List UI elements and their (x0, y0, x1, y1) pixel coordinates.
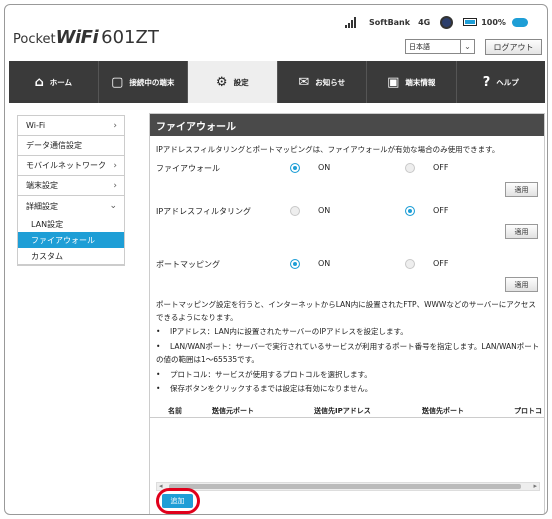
list-item: • IPアドレス：LAN内に設置されたサーバーのIPアドレスを設定します。 (156, 325, 541, 338)
chevron-right-icon: › (113, 160, 117, 171)
sidebar-item-data[interactable]: データ通信設定 (18, 136, 124, 156)
bullet-text: 保存ボタンをクリックするまでは設定は有効になりません。 (170, 384, 373, 393)
sidebar-item-wifi[interactable]: Wi-Fi › (18, 116, 124, 136)
tab-notices[interactable]: ✉ お知らせ (278, 61, 367, 103)
chevron-right-icon: › (113, 180, 117, 191)
column-header-dest-ip: 送信先IPアドレス (314, 407, 371, 415)
sidebar-item-label: 詳細設定 (26, 201, 58, 211)
sidebar-subitem-lan[interactable]: LAN設定 (18, 216, 124, 232)
chevron-down-icon[interactable]: ⌄ (460, 40, 474, 53)
sidebar-item-mobile-network[interactable]: モバイルネットワーク › (18, 156, 124, 176)
bullet-text: IPアドレス：LAN内に設置されたサーバーのIPアドレスを設定します。 (170, 327, 408, 336)
column-header-text: 送信元ポート (212, 407, 254, 415)
chevron-down-icon: ⌄ (109, 201, 117, 211)
horizontal-scrollbar[interactable]: ◂ ▸ (156, 482, 540, 491)
tab-devices[interactable]: ▢ 接続中の端末 (99, 61, 188, 103)
battery-fill (465, 20, 476, 24)
home-icon: ⌂ (34, 74, 44, 90)
toggle-icon[interactable] (511, 17, 528, 27)
firewall-panel: ファイアウォール IPアドレスフィルタリングとポートマッピングは、ファイアウォー… (149, 113, 545, 514)
brand-wifi: WiFi (55, 27, 99, 48)
required-mark: * (212, 406, 216, 414)
carrier-label: SoftBank (369, 17, 411, 27)
browser-frame: PocketWiFi 601ZT SoftBank 4G 100% 日本語 ⌄ ロ… (4, 4, 548, 515)
setting-label-firewall: ファイアウォール (156, 164, 220, 173)
tab-settings[interactable]: ⚙ 設定 (188, 61, 278, 103)
ip-filtering-off-radio[interactable] (405, 206, 415, 216)
tab-label: お知らせ (315, 77, 346, 87)
status-bar: SoftBank 4G 100% (345, 13, 528, 31)
column-header-protocol: プロトコ (514, 407, 542, 415)
off-label: OFF (433, 163, 449, 172)
sidebar-item-label: Wi-Fi (26, 121, 46, 130)
tab-home[interactable]: ⌂ ホーム (9, 61, 99, 103)
globe-icon (440, 15, 454, 29)
on-label: ON (318, 163, 331, 172)
main-nav: ⌂ ホーム ▢ 接続中の端末 ⚙ 設定 ✉ お知らせ ▣ 端末情報 ? ヘルプ (9, 61, 545, 103)
list-item: • LAN/WANポート：サーバーで実行されているサービスが利用するポート番号を指… (156, 340, 541, 366)
list-item: • 保存ボタンをクリックするまでは設定は有効になりません。 (156, 382, 541, 395)
port-mapping-off-radio[interactable] (405, 259, 415, 269)
mail-icon: ✉ (298, 74, 310, 90)
column-header-name: 名前 (168, 407, 182, 415)
sidebar-subitem-custom[interactable]: カスタム (18, 248, 124, 264)
language-value: 日本語 (409, 42, 430, 51)
bullet-text: プロトコル：サービスが使用するプロトコルを選択します。 (170, 370, 372, 379)
off-label: OFF (433, 259, 449, 268)
sidebar-item-label: データ通信設定 (26, 141, 82, 150)
gear-icon: ⚙ (215, 74, 228, 90)
sidebar-item-label: 端末設定 (26, 181, 58, 190)
brand-logo: PocketWiFi 601ZT (13, 27, 159, 48)
firewall-on-radio[interactable] (290, 163, 300, 173)
scrollbar-thumb[interactable] (169, 484, 521, 489)
column-header-text: 送信先ポート (422, 407, 464, 415)
tab-label: 接続中の端末 (129, 77, 175, 87)
tab-label: ホーム (49, 77, 73, 87)
sidebar: Wi-Fi › データ通信設定 モバイルネットワーク › 端末設定 › 詳細設定 ⌄ L… (17, 115, 125, 266)
ip-filtering-on-radio[interactable] (290, 206, 300, 216)
add-button[interactable]: 追加 (162, 494, 193, 508)
intro-text: IPアドレスフィルタリングとポートマッピングは、ファイアウォールが有効な場合のみ… (156, 145, 500, 154)
port-mapping-table-header: 名前 送信元ポート * 送信先IPアドレス 送信先ポート * プロトコ (150, 406, 544, 418)
help-icon: ? (482, 74, 491, 90)
tab-label: 設定 (233, 77, 249, 87)
signal-icon (345, 16, 357, 28)
on-label: ON (318, 259, 331, 268)
port-mapping-on-radio[interactable] (290, 259, 300, 269)
ip-filtering-apply-button[interactable]: 適用 (505, 224, 538, 239)
port-mapping-note: ポートマッピング設定を行うと、インターネットからLAN内に設置されたFTP、WW… (156, 300, 536, 322)
list-item: • プロトコル：サービスが使用するプロトコルを選択します。 (156, 368, 541, 381)
page-title: ファイアウォール (150, 114, 544, 136)
tab-label: ヘルプ (496, 77, 519, 87)
bullet-text: LAN/WANポート：サーバーで実行されているサービスが利用するポート番号を指定… (156, 342, 540, 364)
brand-prefix: Pocket (13, 32, 56, 47)
on-label: ON (318, 206, 331, 215)
network-type: 4G (418, 17, 431, 27)
tab-help[interactable]: ? ヘルプ (457, 61, 546, 103)
tab-device-info[interactable]: ▣ 端末情報 (367, 61, 457, 103)
scroll-right-icon[interactable]: ▸ (533, 482, 537, 490)
device-info-icon: ▣ (387, 74, 400, 90)
brand-model: 601ZT (101, 27, 159, 48)
sidebar-item-advanced[interactable]: 詳細設定 ⌄ (18, 196, 124, 216)
battery-percent: 100% (481, 17, 506, 27)
firewall-off-radio[interactable] (405, 163, 415, 173)
firewall-apply-button[interactable]: 適用 (505, 182, 538, 197)
language-select[interactable]: 日本語 ⌄ (405, 39, 475, 54)
chevron-right-icon: › (113, 120, 117, 131)
setting-label-port-mapping: ポートマッピング (156, 260, 220, 269)
setting-label-ip-filtering: IPアドレスフィルタリング (156, 207, 252, 216)
sidebar-group-advanced: 詳細設定 ⌄ LAN設定 ファイアウォール カスタム (18, 196, 124, 265)
battery-icon (463, 18, 478, 26)
sidebar-item-device[interactable]: 端末設定 › (18, 176, 124, 196)
logout-button[interactable]: ログアウト (485, 39, 542, 55)
required-mark: * (422, 406, 426, 414)
port-mapping-apply-button[interactable]: 適用 (505, 277, 538, 292)
tab-label: 端末情報 (405, 77, 436, 87)
off-label: OFF (433, 206, 449, 215)
sidebar-subitem-firewall[interactable]: ファイアウォール (18, 232, 124, 248)
devices-icon: ▢ (111, 74, 124, 90)
sidebar-item-label: モバイルネットワーク (26, 161, 106, 170)
